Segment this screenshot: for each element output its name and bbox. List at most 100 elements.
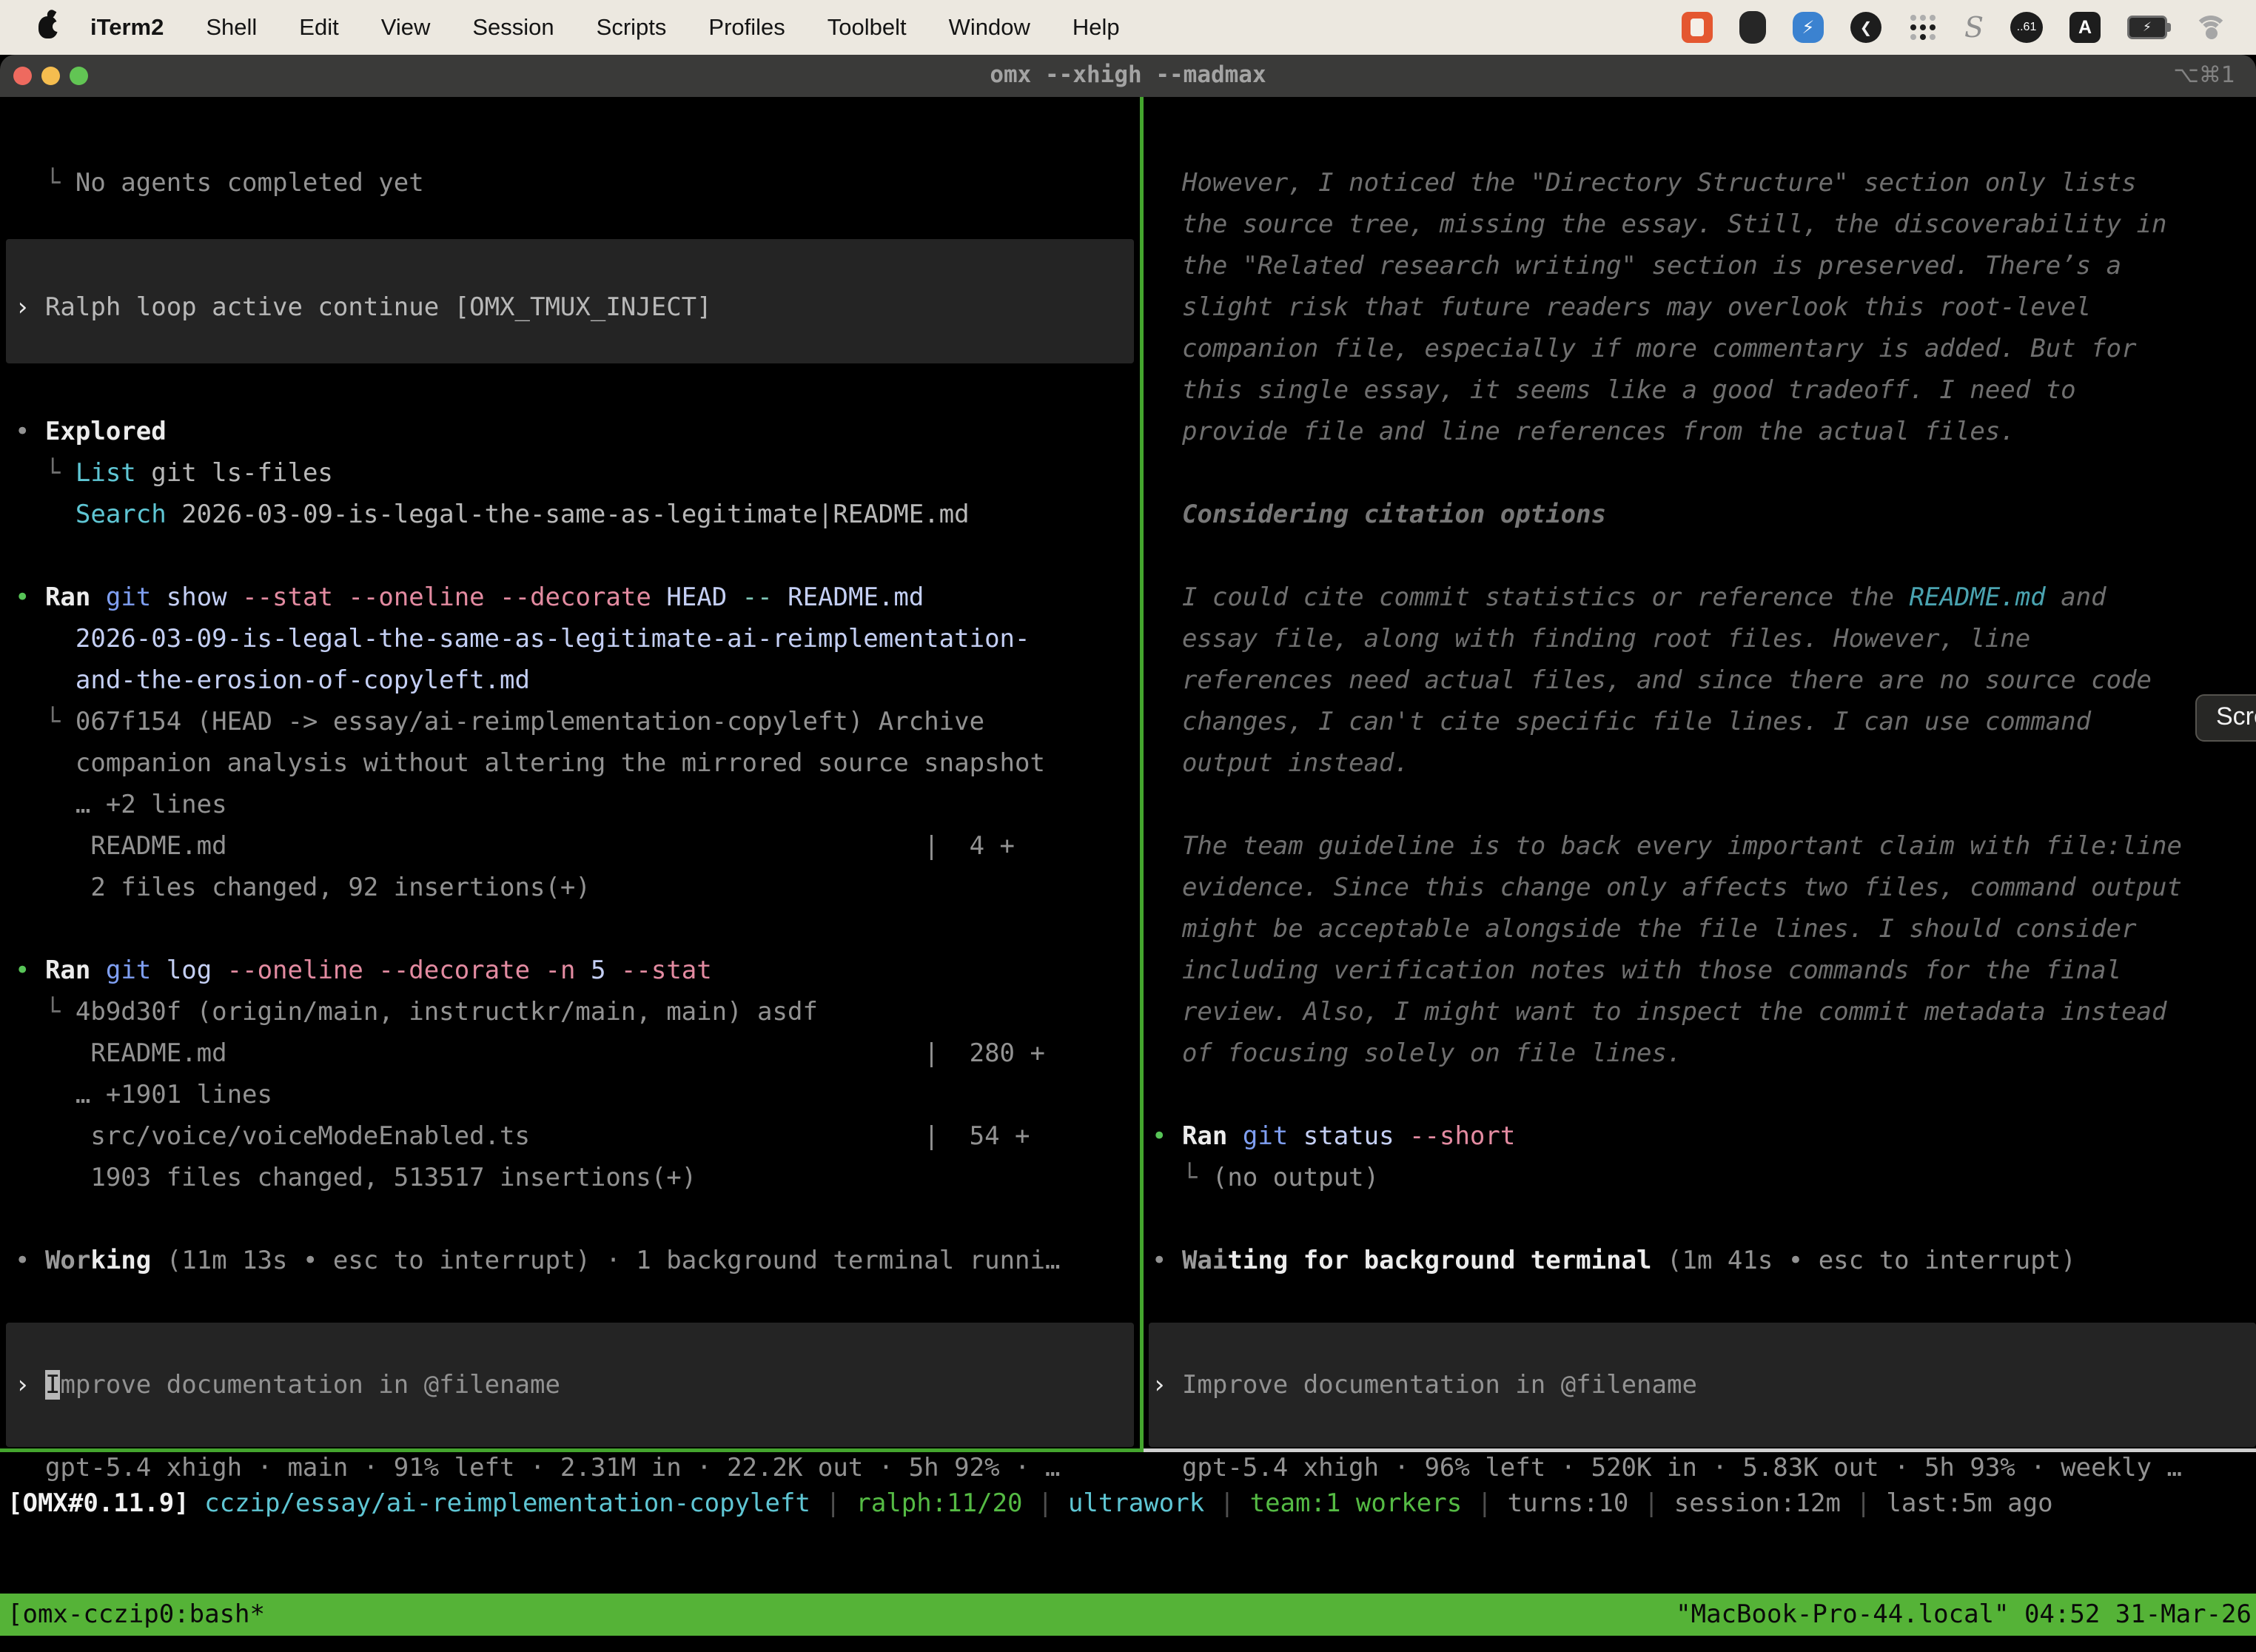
- terminal-line: [15, 908, 1140, 950]
- terminal-line: • Explored: [15, 411, 1140, 452]
- terminal-line: [1152, 1406, 2255, 1447]
- dots-grid-icon[interactable]: [1908, 13, 1938, 42]
- apple-menu-icon[interactable]: [38, 16, 58, 38]
- terminal-line: might be acceptable alongside the file l…: [1152, 908, 2255, 950]
- battery-icon[interactable]: ⚡: [2127, 16, 2167, 39]
- terminal-line: … +1901 lines: [15, 1074, 1140, 1115]
- terminal-line: of focusing solely on file lines.: [1152, 1032, 2255, 1074]
- keyboard-layout-icon[interactable]: A: [2069, 12, 2101, 43]
- terminal-line: review. Also, I might want to inspect th…: [1152, 991, 2255, 1032]
- terminal-line: README.md | 280 +: [15, 1032, 1140, 1074]
- window-title: omx --xhigh --madmax: [0, 61, 2256, 88]
- terminal-line: └ 067f154 (HEAD -> essay/ai-reimplementa…: [15, 701, 1140, 742]
- terminal-line: [OMX#0.11.9] cczip/essay/ai-reimplementa…: [7, 1483, 2250, 1524]
- terminal-line: companion file, especially if more comme…: [1152, 328, 2255, 369]
- terminal-line: companion analysis without altering the …: [15, 742, 1140, 784]
- window-shortcut-badge: ⌥⌘1: [2173, 62, 2235, 88]
- percent-badge-icon[interactable]: ..61: [2010, 12, 2043, 43]
- terminal-line: essay file, along with finding root file…: [1152, 618, 2255, 659]
- omx-status-line: [OMX#0.11.9] cczip/essay/ai-reimplementa…: [7, 1483, 2250, 1524]
- terminal-line: • Ran git log --oneline --decorate -n 5 …: [15, 950, 1140, 991]
- terminal-line: › Improve documentation in @filename: [1152, 1364, 2255, 1406]
- terminal-line: changes, I can't cite specific file line…: [1152, 701, 2255, 742]
- terminal-line: › Ralph loop active continue [OMX_TMUX_I…: [15, 286, 1140, 328]
- wifi-icon[interactable]: [2194, 16, 2226, 39]
- terminal-line: However, I noticed the "Directory Struct…: [1152, 162, 2255, 204]
- menu-item-help[interactable]: Help: [1072, 14, 1120, 41]
- terminal-line: [1152, 1323, 2255, 1364]
- circle-left-icon[interactable]: ❮: [1850, 12, 1881, 43]
- terminal-line: [15, 1198, 1140, 1240]
- left-pane-bottom-border: [0, 1448, 1144, 1452]
- terminal-line: [15, 245, 1140, 286]
- terminal-line: 2 files changed, 92 insertions(+): [15, 867, 1140, 908]
- terminal-line: including verification notes with those …: [1152, 950, 2255, 991]
- right-pane: However, I noticed the "Directory Struct…: [1152, 162, 2255, 1488]
- terminal-line: evidence. Since this change only affects…: [1152, 867, 2255, 908]
- left-pane: └ No agents completed yet › Ralph loop a…: [15, 162, 1140, 1488]
- screen-tooltip: Scre: [2195, 694, 2256, 742]
- menu-item-session[interactable]: Session: [472, 14, 554, 41]
- terminal-line: • Waiting for background terminal (1m 41…: [1152, 1240, 2255, 1281]
- pane-divider[interactable]: [1140, 97, 1144, 1451]
- terminal-line: [1152, 1198, 2255, 1240]
- terminal-line: provide file and line references from th…: [1152, 411, 2255, 452]
- terminal-line: [15, 535, 1140, 577]
- menu-item-profiles[interactable]: Profiles: [708, 14, 785, 41]
- terminal-line: this single essay, it seems like a good …: [1152, 369, 2255, 411]
- tmux-host-clock: "MacBook-Pro-44.local" 04:52 31-Mar-26: [1676, 1594, 2256, 1636]
- menu-item-edit[interactable]: Edit: [299, 14, 338, 41]
- terminal-line: • Ran git status --short: [1152, 1115, 2255, 1157]
- terminal-line: Search 2026-03-09-is-legal-the-same-as-l…: [15, 494, 1140, 535]
- terminal-line: [15, 204, 1140, 245]
- iterm-window: omx --xhigh --madmax ⌥⌘1 └ No agents com…: [0, 55, 2256, 1652]
- menu-bar: iTerm2 Shell Edit View Session Scripts Profile…: [0, 0, 2256, 55]
- terminal-line: └ 4b9d30f (origin/main, instructkr/main,…: [15, 991, 1140, 1032]
- terminal-line: references need actual files, and since …: [1152, 659, 2255, 701]
- terminal-line: the "Related research writing" section i…: [1152, 245, 2255, 286]
- menu-items: iTerm2 Shell Edit View Session Scripts Profile…: [90, 14, 1120, 41]
- terminal-line: [1152, 452, 2255, 494]
- terminal-line: [1152, 535, 2255, 577]
- terminal-line: • Ran git show --stat --oneline --decora…: [15, 577, 1140, 618]
- terminal-line: [15, 369, 1140, 411]
- terminal-line: [15, 1281, 1140, 1323]
- terminal-line: [1152, 1074, 2255, 1115]
- blue-badge-bolt-icon[interactable]: ⚡: [1793, 12, 1824, 43]
- terminal-line: └ No agents completed yet: [15, 162, 1140, 204]
- terminal-line: I could cite commit statistics or refere…: [1152, 577, 2255, 618]
- terminal-line: • Working (11m 13s • esc to interrupt) ·…: [15, 1240, 1140, 1281]
- title-bar[interactable]: omx --xhigh --madmax ⌥⌘1: [0, 55, 2256, 98]
- s-curve-icon[interactable]: S: [1964, 11, 1984, 44]
- menu-item-iterm2[interactable]: iTerm2: [90, 14, 164, 41]
- terminal-line: Considering citation options: [1152, 494, 2255, 535]
- terminal-line: 1903 files changed, 513517 insertions(+): [15, 1157, 1140, 1198]
- terminal[interactable]: └ No agents completed yet › Ralph loop a…: [0, 97, 2256, 1652]
- menu-item-shell[interactable]: Shell: [206, 14, 257, 41]
- terminal-line: … +2 lines: [15, 784, 1140, 825]
- terminal-line: and-the-erosion-of-copyleft.md: [15, 659, 1140, 701]
- menu-status-icons: ⚡ ❮ S ..61 A ⚡: [1682, 11, 2256, 44]
- terminal-line: [1152, 1281, 2255, 1323]
- terminal-line: slight risk that future readers may over…: [1152, 286, 2255, 328]
- terminal-line: [15, 1323, 1140, 1364]
- terminal-line: [15, 328, 1140, 369]
- terminal-line: [1152, 784, 2255, 825]
- menu-item-scripts[interactable]: Scripts: [597, 14, 667, 41]
- menu-item-window[interactable]: Window: [949, 14, 1030, 41]
- right-pane-bottom-border: [1144, 1448, 2256, 1452]
- terminal-line: › Improve documentation in @filename: [15, 1364, 1140, 1406]
- terminal-line: └ List git ls-files: [15, 452, 1140, 494]
- tmux-status-bar: [omx-cczip0:bash* "MacBook-Pro-44.local"…: [0, 1594, 2256, 1636]
- terminal-line: src/voice/voiceModeEnabled.ts | 54 +: [15, 1115, 1140, 1157]
- menu-item-view[interactable]: View: [381, 14, 431, 41]
- terminal-line: The team guideline is to back every impo…: [1152, 825, 2255, 867]
- shield-grid-icon[interactable]: [1739, 11, 1766, 44]
- terminal-line: 2026-03-09-is-legal-the-same-as-legitima…: [15, 618, 1140, 659]
- terminal-line: [15, 1406, 1140, 1447]
- tmux-session-label: [omx-cczip0:bash*: [0, 1594, 265, 1636]
- screen: iTerm2 Shell Edit View Session Scripts Profile…: [0, 0, 2256, 1652]
- menu-item-toolbelt[interactable]: Toolbelt: [827, 14, 907, 41]
- terminal-line: output instead.: [1152, 742, 2255, 784]
- chat-app-icon[interactable]: [1682, 12, 1713, 43]
